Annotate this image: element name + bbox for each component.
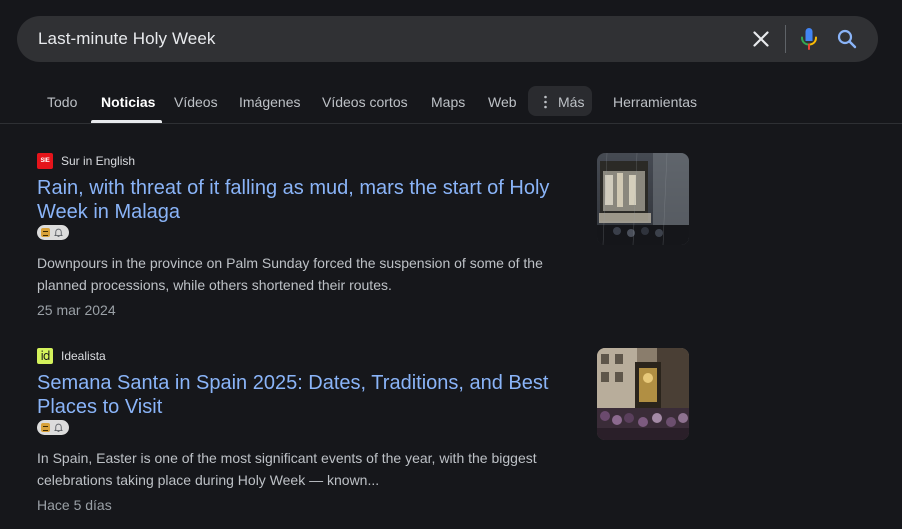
tabs-divider	[0, 123, 902, 124]
tab-short-videos[interactable]: Vídeos cortos	[322, 94, 408, 110]
tab-news[interactable]: Noticias	[101, 94, 155, 110]
search-tabs: Todo Noticias Vídeos Imágenes Vídeos cor…	[0, 84, 902, 124]
tab-maps[interactable]: Maps	[431, 94, 465, 110]
bell-icon	[54, 423, 63, 432]
more-label: Más	[558, 94, 585, 110]
more-button[interactable]: Más	[528, 86, 592, 116]
news-result: id Idealista Semana Santa in Spain 2025:…	[37, 348, 697, 518]
bell-icon	[54, 228, 63, 237]
microphone-icon[interactable]	[797, 26, 821, 52]
document-icon	[41, 423, 50, 432]
result-title-link[interactable]: Semana Santa in Spain 2025: Dates, Tradi…	[37, 371, 577, 419]
source-row[interactable]: id Idealista	[37, 348, 106, 364]
result-snippet: Downpours in the province on Palm Sunday…	[37, 255, 543, 293]
search-divider	[785, 25, 786, 53]
result-date: 25 mar 2024	[37, 302, 116, 318]
source-name: Sur in English	[61, 154, 136, 168]
result-thumbnail[interactable]	[597, 153, 689, 245]
source-row[interactable]: SIE Sur in English	[37, 153, 135, 169]
source-favicon: id	[37, 348, 53, 364]
tab-all[interactable]: Todo	[47, 94, 77, 110]
result-title-link[interactable]: Rain, with threat of it falling as mud, …	[37, 176, 577, 224]
search-icon[interactable]	[835, 27, 859, 51]
result-badge[interactable]	[37, 420, 69, 435]
tab-videos[interactable]: Vídeos	[174, 94, 218, 110]
source-favicon: SIE	[37, 153, 53, 169]
procession-rain-image	[597, 153, 689, 245]
search-input[interactable]: Last-minute Holy Week	[38, 29, 216, 49]
result-thumbnail[interactable]	[597, 348, 689, 440]
result-date: Hace 5 días	[37, 497, 112, 513]
close-icon[interactable]	[749, 27, 773, 51]
procession-street-image	[597, 348, 689, 440]
source-name: Idealista	[61, 349, 106, 363]
result-badge[interactable]	[37, 225, 69, 240]
search-bar[interactable]: Last-minute Holy Week	[17, 16, 878, 62]
tab-images[interactable]: Imágenes	[239, 94, 300, 110]
result-snippet: In Spain, Easter is one of the most sign…	[37, 450, 537, 488]
more-vert-icon	[544, 95, 547, 109]
news-result: SIE Sur in English Rain, with threat of …	[37, 153, 697, 323]
tools-button[interactable]: Herramientas	[613, 94, 697, 110]
tab-web[interactable]: Web	[488, 94, 517, 110]
document-icon	[41, 228, 50, 237]
